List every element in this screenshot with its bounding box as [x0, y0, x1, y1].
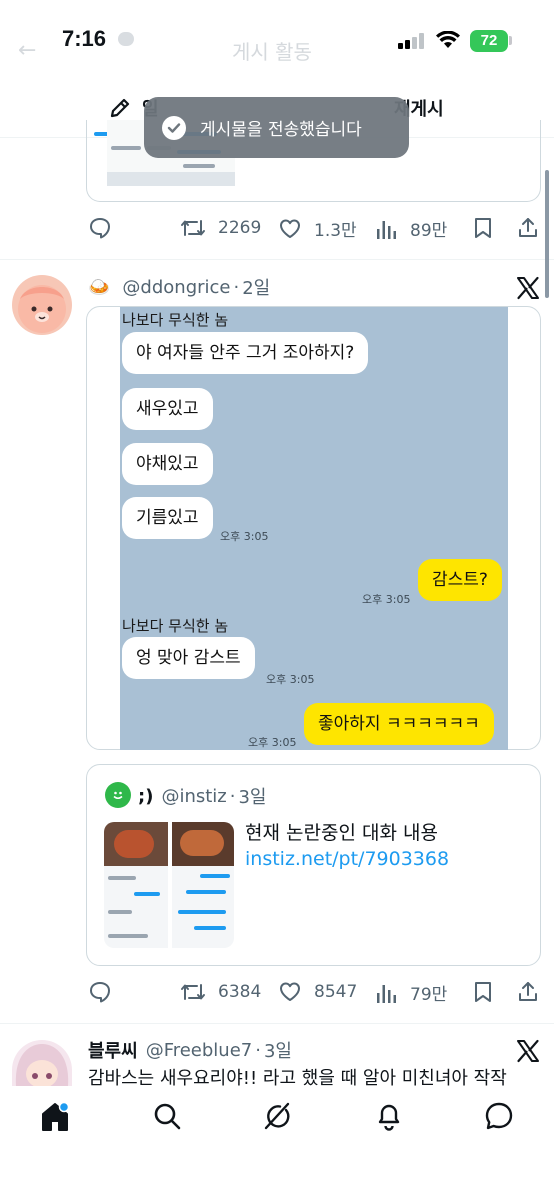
chat-bubble: 기름있고 — [122, 497, 213, 539]
post2-handle[interactable]: @ddongrice — [122, 277, 230, 298]
chat-bubble: 야 여자들 안주 그거 조아하지? — [122, 332, 369, 374]
chat-screenshot: 나보다 무식한 놈 야 여자들 안주 그거 조아하지? 새우있고 야채있고 기름… — [120, 307, 508, 750]
search-icon[interactable] — [153, 1102, 181, 1130]
separator-dot: · — [255, 1039, 261, 1061]
x-logo-icon — [516, 1039, 540, 1063]
x-logo-icon — [516, 276, 540, 300]
views-count: 89만 — [410, 221, 448, 241]
chat-bubble: 새우있고 — [122, 388, 213, 430]
views-button[interactable]: 79만 — [376, 980, 447, 1005]
home-icon[interactable] — [40, 1101, 70, 1133]
signal-icon — [398, 33, 426, 49]
quote-thumbnail — [104, 822, 234, 948]
divider — [0, 1023, 554, 1024]
share-icon[interactable] — [516, 216, 546, 240]
retweet-count: 2269 — [218, 218, 262, 238]
post2-actions: 6384 8547 79만 — [86, 980, 546, 1006]
chat-timestamp: 오후 3:05 — [248, 736, 297, 749]
back-arrow-icon[interactable]: ← — [18, 38, 36, 63]
retweet-button[interactable]: 2269 — [180, 216, 261, 240]
post3-text: 감바스는 새우요리야!! 라고 했을 때 알아 미친녀아 작작 — [88, 1064, 548, 1086]
quote-header: ;) @instiz · 3일 — [138, 783, 266, 809]
views-count: 79만 — [410, 985, 448, 1005]
quote-name: ;) — [138, 785, 154, 807]
quote-text: 현재 논란중인 대화 내용 — [245, 822, 438, 844]
chat-bubble: 엉 맞아 감스트 — [122, 637, 255, 679]
bookmark-icon[interactable] — [472, 980, 500, 1004]
chat-bubble-mine: 좋아하지 ㅋㅋㅋㅋㅋㅋ — [304, 703, 494, 745]
messages-icon[interactable] — [484, 1101, 514, 1131]
like-count: 8547 — [314, 982, 358, 1002]
chat-timestamp: 오후 3:05 — [362, 593, 411, 606]
reply-icon[interactable] — [88, 980, 118, 1004]
chat-bubble-mine: 감스트? — [418, 559, 502, 601]
quote-avatar — [105, 782, 131, 808]
chat-sender-name: 나보다 무식한 놈 — [122, 617, 229, 635]
retweet-count: 6384 — [218, 982, 262, 1002]
post3-time: 3일 — [263, 1041, 292, 1062]
wifi-icon — [436, 31, 460, 49]
toast-message: 게시물을 전송했습니다 — [200, 120, 362, 140]
quote-handle[interactable]: @instiz — [161, 786, 226, 807]
share-icon[interactable] — [516, 980, 546, 1004]
separator-dot: · — [233, 276, 240, 298]
post1-actions: 2269 1.3만 89만 — [86, 216, 546, 242]
post2-time: 2일 — [242, 278, 271, 299]
status-blur — [118, 32, 134, 46]
avatar[interactable] — [12, 275, 72, 335]
retweet-button[interactable]: 6384 — [180, 980, 261, 1004]
grok-icon[interactable] — [262, 1101, 292, 1131]
post2-header: 🍛 @ddongrice · 2일 — [88, 274, 270, 300]
like-count: 1.3만 — [314, 221, 357, 241]
scrollbar[interactable] — [545, 170, 549, 298]
post3-text-content: 감바스는 새우요리야!! 라고 했을 때 알아 미친녀아 작작 — [88, 1068, 507, 1086]
toast-notification: 게시물을 전송했습니다 — [144, 97, 409, 158]
chat-bubble: 야채있고 — [122, 443, 213, 485]
divider — [0, 259, 554, 260]
separator-dot: · — [229, 785, 236, 807]
battery-indicator: 72 — [470, 30, 508, 52]
quote-time: 3일 — [238, 787, 267, 808]
chat-sender-name: 나보다 무식한 놈 — [122, 311, 229, 329]
chat-timestamp: 오후 3:05 — [220, 530, 269, 543]
like-button[interactable]: 1.3만 — [278, 216, 357, 241]
post2-emoji: 🍛 — [88, 276, 111, 298]
reply-icon[interactable] — [88, 216, 118, 240]
like-button[interactable]: 8547 — [278, 980, 357, 1004]
quote-link[interactable]: instiz.net/pt/7903368 — [245, 848, 449, 870]
check-icon — [162, 115, 186, 140]
battery-cap — [509, 36, 512, 45]
post3-handle[interactable]: @Freeblue7 — [146, 1040, 253, 1061]
views-button[interactable]: 89만 — [376, 216, 447, 241]
bookmark-icon[interactable] — [472, 216, 500, 240]
post3-header: 블루씨 @Freeblue7 · 3일 — [88, 1037, 292, 1063]
page-title: 게시 활동 — [232, 40, 312, 64]
post3-name[interactable]: 블루씨 — [88, 1037, 138, 1063]
notifications-icon[interactable] — [375, 1101, 403, 1131]
status-time: 7:16 — [62, 26, 107, 51]
chat-timestamp: 오후 3:05 — [266, 673, 315, 686]
post3-avatar[interactable] — [12, 1040, 72, 1086]
pen-icon — [108, 96, 132, 120]
